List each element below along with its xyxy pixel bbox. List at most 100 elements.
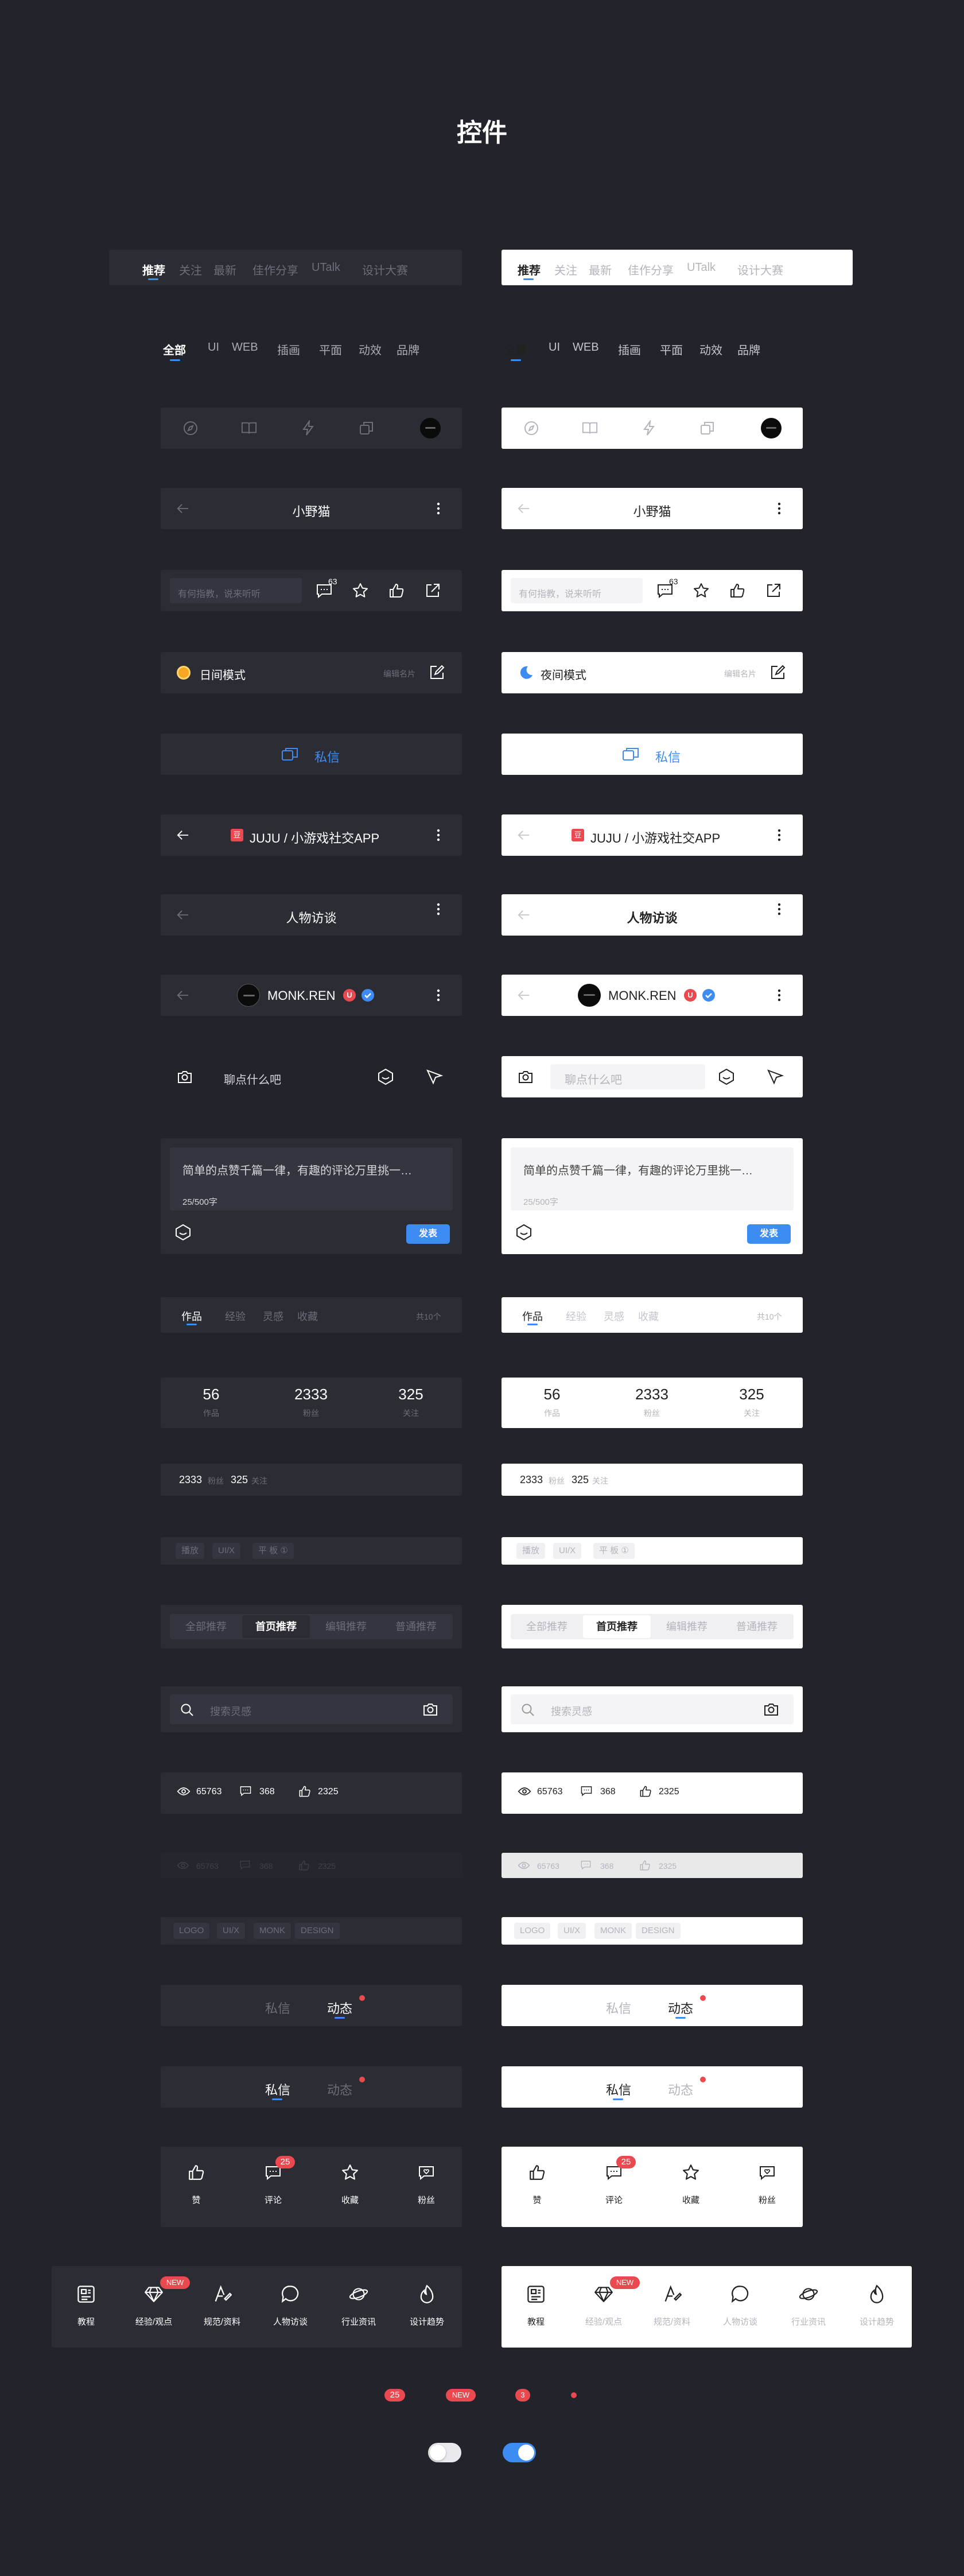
profile-tab-3[interactable]: 收藏 (297, 1309, 318, 1324)
action-0[interactable]: 赞 (514, 2164, 560, 2216)
tabbar-item-5[interactable]: 设计趋势 (395, 2284, 458, 2336)
profile-tab-1[interactable]: 经验 (225, 1309, 246, 1324)
keyword-chip[interactable]: DESIGN (295, 1923, 340, 1939)
send-icon[interactable] (426, 1069, 443, 1085)
thumb-up-icon[interactable] (639, 1860, 651, 1871)
moon-icon[interactable] (518, 665, 534, 681)
segment-2[interactable]: 编辑推荐 (312, 1615, 380, 1638)
emoji-icon[interactable] (174, 1224, 192, 1241)
action-1[interactable]: 评论 25 (591, 2156, 637, 2216)
category-tab-1[interactable]: UI (208, 341, 219, 354)
action-3[interactable]: 粉丝 (403, 2164, 449, 2216)
comment-icon[interactable] (239, 1785, 252, 1797)
keyword-chip[interactable]: UI/X (217, 1923, 246, 1939)
segment-1[interactable]: 首页推荐 (583, 1615, 651, 1638)
segment-1[interactable]: 首页推荐 (242, 1615, 310, 1638)
camera-icon[interactable] (518, 1070, 534, 1084)
tab-message[interactable]: 私信 (606, 2080, 631, 2098)
emoji-icon[interactable] (377, 1068, 394, 1085)
thumb-up-icon[interactable] (298, 1860, 310, 1871)
tabbar-item-2[interactable]: 规范/资料 (640, 2284, 703, 2336)
compass-icon[interactable] (523, 420, 539, 436)
category-tab-0[interactable]: 全部 (163, 341, 186, 358)
layers-icon[interactable] (699, 420, 716, 436)
segment-3[interactable]: 普通推荐 (382, 1615, 450, 1638)
profile-tab-1[interactable]: 经验 (566, 1309, 586, 1324)
comment-icon[interactable] (580, 1860, 592, 1870)
tab-message[interactable]: 私信 (265, 1999, 290, 2017)
emoji-icon[interactable] (515, 1224, 532, 1241)
avatar-icon[interactable] (420, 418, 441, 439)
star-icon[interactable] (693, 583, 709, 599)
thumb-up-icon[interactable] (298, 1785, 311, 1798)
toggle-switch-off[interactable] (428, 2443, 461, 2462)
submit-button[interactable]: 发表 (747, 1224, 791, 1244)
tab-3[interactable]: 佳作分享 (628, 261, 674, 278)
tag-chip[interactable]: 平 板 ① (593, 1543, 635, 1559)
category-tab-1[interactable]: UI (549, 341, 560, 354)
action-0[interactable]: 赞 (173, 2164, 219, 2216)
profile-tab-2[interactable]: 灵感 (604, 1309, 624, 1324)
tab-feed[interactable]: 动态 (668, 1999, 693, 2017)
avatar-icon[interactable] (761, 418, 782, 439)
stat-value[interactable]: 325 (376, 1386, 445, 1403)
category-tab-4[interactable]: 平面 (319, 341, 342, 358)
book-icon[interactable] (582, 420, 598, 436)
layers-icon[interactable] (359, 420, 375, 436)
tab-2[interactable]: 最新 (589, 261, 612, 278)
back-arrow-icon[interactable] (177, 990, 189, 1001)
camera-icon[interactable] (422, 1702, 438, 1716)
tag-chip[interactable]: 播放 (516, 1543, 546, 1559)
category-tab-3[interactable]: 插画 (277, 341, 300, 358)
more-icon[interactable] (777, 502, 782, 515)
more-icon[interactable] (777, 902, 782, 916)
action-2[interactable]: 收藏 (327, 2164, 373, 2216)
segment-0[interactable]: 全部推荐 (513, 1615, 581, 1638)
tabbar-item-3[interactable]: 人物访谈 (709, 2284, 772, 2336)
tab-message[interactable]: 私信 (606, 1999, 631, 2017)
keyword-chip[interactable]: MONK (254, 1923, 291, 1939)
thumb-up-icon[interactable] (639, 1785, 652, 1798)
send-icon[interactable] (767, 1069, 784, 1085)
edit-card-label[interactable]: 编辑名片 (383, 668, 415, 680)
tabbar-item-0[interactable]: 教程 (55, 2284, 118, 2336)
chat-placeholder[interactable]: 聊点什么吧 (224, 1070, 281, 1087)
more-icon[interactable] (436, 502, 441, 515)
edit-icon[interactable] (429, 665, 445, 681)
star-icon[interactable] (352, 583, 368, 599)
action-3[interactable]: 粉丝 (744, 2164, 790, 2216)
lightning-icon[interactable] (641, 420, 657, 436)
tab-4[interactable]: UTalk (687, 261, 716, 274)
stat-value[interactable]: 325 (717, 1386, 786, 1403)
tab-2[interactable]: 最新 (213, 261, 236, 278)
tab-0[interactable]: 推荐 (142, 261, 165, 278)
tag-chip[interactable]: UI/X (553, 1543, 582, 1559)
tab-feed[interactable]: 动态 (668, 2080, 693, 2098)
tab-4[interactable]: UTalk (312, 261, 340, 274)
message-button-dark[interactable]: 私信 (161, 734, 462, 775)
edit-card-label[interactable]: 编辑名片 (724, 668, 756, 680)
camera-icon[interactable] (177, 1070, 193, 1084)
stat-value[interactable]: 2333 (617, 1386, 686, 1403)
more-icon[interactable] (777, 988, 782, 1002)
keyword-chip[interactable]: LOGO (514, 1923, 551, 1939)
action-1[interactable]: 评论 25 (250, 2156, 296, 2216)
share-icon[interactable] (765, 583, 782, 599)
back-arrow-icon[interactable] (518, 829, 530, 841)
share-icon[interactable] (425, 583, 441, 599)
stat-value[interactable]: 2333 (277, 1386, 345, 1403)
more-icon[interactable] (436, 902, 441, 916)
tabbar-item-2[interactable]: 规范/资料 (191, 2284, 254, 2336)
message-button-light[interactable]: 私信 (502, 734, 803, 775)
profile-tab-0[interactable]: 作品 (522, 1309, 543, 1324)
back-arrow-icon[interactable] (518, 990, 530, 1001)
tabbar-item-0[interactable]: 教程 (504, 2284, 567, 2336)
back-arrow-icon[interactable] (177, 829, 189, 841)
tag-chip[interactable]: 播放 (176, 1543, 205, 1559)
tabbar-item-1[interactable]: 经验/观点 NEW (572, 2276, 640, 2336)
profile-tab-0[interactable]: 作品 (181, 1309, 202, 1324)
category-tab-0[interactable]: 全部 (504, 341, 527, 358)
user-avatar[interactable] (237, 984, 260, 1007)
tabbar-item-4[interactable]: 行业资讯 (327, 2284, 390, 2336)
tabbar-item-1[interactable]: 经验/观点 NEW (122, 2276, 190, 2336)
